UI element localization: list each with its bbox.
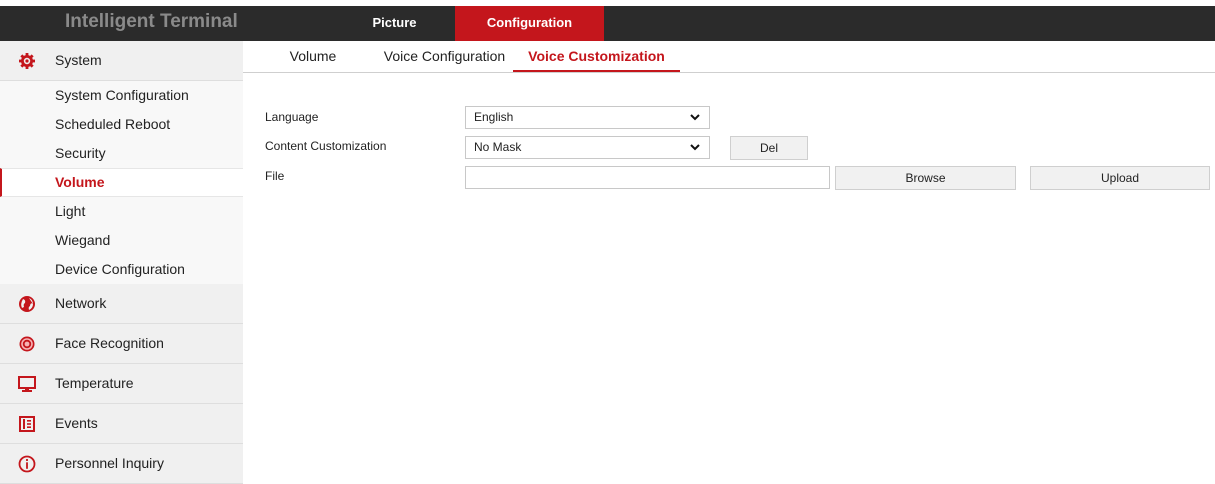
sidebar-category-label: Personnel Inquiry [55, 455, 164, 471]
sidebar-category-network[interactable]: Network [0, 284, 243, 324]
content-customization-label: Content Customization [265, 139, 387, 153]
sidebar-item-label: Device Configuration [55, 261, 185, 277]
brand-title: Intelligent Terminal [65, 11, 238, 32]
nav-tab-picture[interactable]: Picture [334, 6, 455, 41]
language-label: Language [265, 110, 319, 124]
upload-button[interactable]: Upload [1030, 166, 1210, 190]
top-navigation-bar: Intelligent Terminal Picture Configurati… [0, 6, 1215, 41]
face-recognition-icon [18, 335, 36, 353]
gear-icon [18, 52, 36, 70]
sidebar-category-system[interactable]: System [0, 41, 243, 81]
content-customization-select[interactable]: No Mask [465, 136, 710, 159]
tab-voice-configuration[interactable]: Voice Configuration [376, 41, 513, 72]
sidebar-item-device-configuration[interactable]: Device Configuration [0, 255, 243, 284]
sidebar-item-label: Wiegand [55, 232, 111, 248]
sidebar-category-label: Events [55, 415, 98, 431]
sidebar-item-label: Light [55, 203, 86, 219]
sidebar-category-label: Network [55, 295, 107, 311]
sidebar-item-label: System Configuration [55, 87, 189, 103]
file-label: File [265, 169, 285, 183]
tab-volume[interactable]: Volume [271, 41, 355, 72]
content-customization-value: No Mask [474, 140, 522, 154]
chevron-down-icon [689, 109, 701, 125]
sidebar-item-security[interactable]: Security [0, 139, 243, 168]
language-value: English [474, 110, 514, 124]
chevron-down-icon [689, 139, 701, 155]
events-icon [18, 415, 36, 433]
sidebar-category-temperature[interactable]: Temperature [0, 364, 243, 404]
sidebar-item-label: Scheduled Reboot [55, 116, 171, 132]
sidebar-item-wiegand[interactable]: Wiegand [0, 226, 243, 255]
sidebar-category-label: Face Recognition [55, 335, 164, 351]
sidebar-category-face-recognition[interactable]: Face Recognition [0, 324, 243, 364]
sidebar-category-label: Temperature [55, 375, 134, 391]
file-path-input[interactable] [465, 166, 830, 189]
sidebar-item-light[interactable]: Light [0, 197, 243, 226]
content-tabs: Volume Voice Configuration Voice Customi… [243, 41, 1215, 73]
sidebar-category-label: System [55, 52, 102, 68]
sidebar-item-volume[interactable]: Volume [0, 168, 243, 197]
globe-icon [18, 295, 36, 313]
info-icon [18, 455, 36, 473]
sidebar-category-personnel-inquiry[interactable]: Personnel Inquiry [0, 444, 243, 484]
del-button[interactable]: Del [730, 136, 808, 160]
sidebar-category-events[interactable]: Events [0, 404, 243, 444]
sidebar-item-scheduled-reboot[interactable]: Scheduled Reboot [0, 110, 243, 139]
sidebar-item-label: Volume [55, 174, 105, 190]
sidebar: System System Configuration Scheduled Re… [0, 41, 243, 484]
tab-voice-customization[interactable]: Voice Customization [513, 41, 680, 72]
browse-button[interactable]: Browse [835, 166, 1016, 190]
sidebar-item-label: Security [55, 145, 106, 161]
language-select[interactable]: English [465, 106, 710, 129]
nav-tab-configuration[interactable]: Configuration [455, 6, 604, 41]
sidebar-item-system-configuration[interactable]: System Configuration [0, 81, 243, 110]
monitor-icon [18, 375, 36, 393]
